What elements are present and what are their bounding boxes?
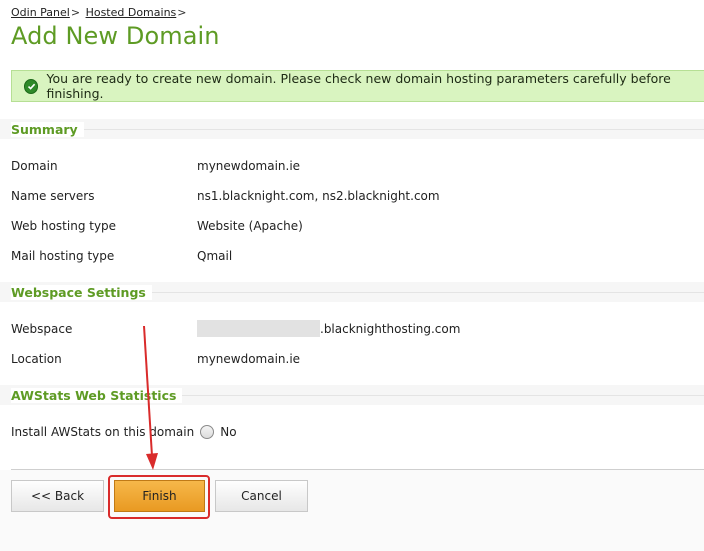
annotation-arrow-icon [143,325,158,470]
